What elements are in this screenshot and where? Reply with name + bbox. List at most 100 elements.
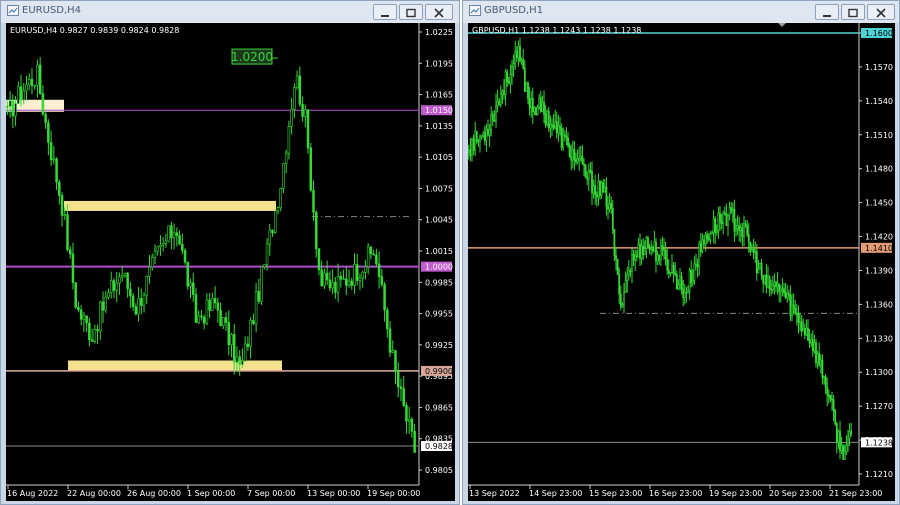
price-tick-label: 0.9985	[425, 278, 453, 287]
candle	[543, 101, 545, 115]
candle	[674, 273, 677, 275]
candle	[216, 302, 220, 311]
candle	[794, 308, 797, 314]
candle	[323, 272, 326, 287]
candle	[683, 291, 686, 298]
candle	[653, 241, 656, 252]
candle	[541, 101, 544, 112]
candle	[380, 276, 384, 285]
candle	[685, 291, 688, 294]
candle	[712, 218, 715, 234]
candle	[265, 243, 269, 265]
minimize-button[interactable]	[373, 4, 397, 20]
candle	[25, 84, 28, 92]
candle	[205, 299, 209, 324]
candle	[832, 399, 835, 411]
candle	[496, 100, 499, 106]
candle	[358, 277, 362, 281]
minimize-icon	[823, 15, 831, 17]
gbpusd-chart[interactable]: 1.1600 1.1570 1.1540 1.1510 1.1480 1.1450 1.14…	[468, 23, 895, 501]
candle	[263, 264, 266, 268]
gbpusd-chart-canvas[interactable]: 1.1600 1.1570 1.1540 1.1510 1.1480 1.1450 1.14…	[468, 23, 895, 501]
candle	[754, 251, 757, 253]
gbpusd-window[interactable]: GBPUSD,H1 1.1600 1.1570 1.1540 1.1510 1.1480…	[462, 0, 900, 505]
minimize-button[interactable]	[815, 4, 839, 20]
candle	[6, 106, 9, 108]
maximize-button[interactable]	[841, 4, 865, 20]
candle	[755, 251, 758, 273]
candle	[336, 276, 340, 293]
candle	[770, 288, 773, 291]
candle	[186, 261, 190, 287]
candle	[759, 262, 761, 270]
candle	[650, 247, 653, 250]
candle	[544, 113, 547, 125]
candle	[554, 121, 557, 129]
candle	[669, 272, 672, 274]
candle	[123, 272, 127, 277]
eurusd-chart[interactable]: 1.0225 1.0195 1.0165 1.0135 1.0105 1.0075 1.00…	[6, 23, 455, 501]
candle	[402, 388, 405, 406]
candle	[211, 298, 214, 311]
candle	[819, 359, 822, 366]
candle	[328, 279, 332, 289]
candle	[693, 263, 696, 281]
candle	[688, 270, 691, 291]
candle	[739, 227, 742, 231]
candle	[717, 212, 720, 232]
candle	[85, 315, 88, 324]
candle	[224, 317, 228, 323]
candle	[372, 253, 375, 256]
candle	[399, 386, 403, 389]
candle	[847, 438, 849, 446]
candle	[773, 281, 776, 286]
candle	[535, 106, 537, 115]
candle	[735, 228, 737, 232]
candle	[107, 292, 110, 298]
candle	[104, 296, 108, 311]
eurusd-chart-canvas[interactable]: 1.0225 1.0195 1.0165 1.0135 1.0105 1.0075 1.00…	[6, 23, 455, 501]
candle	[591, 171, 593, 194]
candle	[552, 124, 555, 129]
candle	[131, 295, 135, 308]
candle	[715, 230, 718, 233]
candle	[679, 276, 681, 285]
candle	[471, 138, 473, 156]
candle	[134, 306, 138, 315]
candle	[733, 208, 736, 232]
candles-group	[6, 57, 416, 454]
candle	[200, 315, 203, 318]
candle	[579, 155, 582, 159]
candle	[592, 185, 595, 194]
candle	[635, 255, 638, 258]
close-button[interactable]	[867, 4, 895, 20]
candle	[677, 284, 680, 290]
candle	[55, 158, 58, 183]
gbpusd-titlebar[interactable]: GBPUSD,H1	[463, 1, 899, 23]
candle	[345, 278, 348, 286]
candle	[651, 247, 654, 252]
candle	[703, 239, 705, 245]
candle	[254, 290, 258, 325]
close-button[interactable]	[425, 4, 453, 20]
candle	[468, 149, 470, 152]
candle	[576, 158, 579, 163]
candle	[271, 229, 274, 234]
eurusd-window[interactable]: EURUSD,H4 1.0225 1.0195 1.0165 1.0135 1.0105…	[0, 0, 460, 505]
time-tick-label: 20 Sep 23:00	[769, 489, 822, 498]
candle	[611, 207, 614, 230]
candle	[325, 272, 329, 281]
candle	[803, 328, 806, 336]
candle	[517, 45, 520, 59]
candle	[287, 125, 291, 154]
eurusd-titlebar[interactable]: EURUSD,H4	[1, 1, 459, 23]
maximize-button[interactable]	[399, 4, 423, 20]
candle	[41, 93, 45, 115]
candle	[751, 248, 753, 252]
candle	[101, 301, 105, 311]
candle	[743, 223, 745, 237]
candle	[589, 169, 592, 172]
candle	[816, 353, 819, 363]
chart-window-icon	[7, 5, 19, 16]
price-tick-label: 1.1390	[865, 266, 893, 275]
